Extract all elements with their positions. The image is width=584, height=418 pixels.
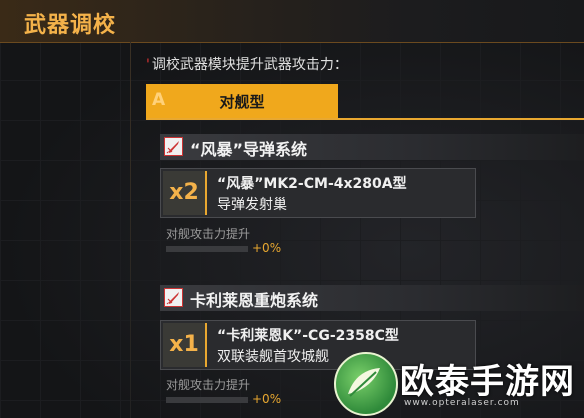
progress-bar bbox=[166, 397, 248, 403]
module-type: 双联装舰首攻城舰 bbox=[217, 349, 329, 365]
stat-value: +0% bbox=[252, 392, 282, 406]
description-dot: ' bbox=[146, 57, 150, 73]
section-header-cannon: 卡利莱恩重炮系统 bbox=[160, 285, 584, 311]
module-name: “卡利莱恩K”-CG-2358C型 bbox=[217, 328, 399, 344]
page-title: 武器调校 bbox=[24, 13, 117, 38]
section-name: 卡利莱恩重炮系统 bbox=[190, 291, 319, 310]
watermark-text: 欧泰手游网 bbox=[400, 362, 575, 402]
module-type: 导弹发射巢 bbox=[217, 197, 287, 213]
multiplier-badge: x2 bbox=[163, 171, 207, 215]
watermark: 欧泰手游网 www.opteralaser.com bbox=[330, 352, 584, 418]
stat-label: 对舰攻击力提升 bbox=[166, 378, 251, 392]
section-header-missile: “风暴”导弹系统 bbox=[160, 134, 584, 160]
stat-label: 对舰攻击力提升 bbox=[166, 227, 251, 241]
progress-bar bbox=[166, 246, 248, 252]
multiplier-badge: x1 bbox=[163, 323, 207, 367]
watermark-url: www.opteralaser.com bbox=[404, 398, 520, 408]
description-text: 调校武器模块提升武器攻击力： bbox=[151, 57, 348, 73]
description: ' 调校武器模块提升武器攻击力： bbox=[146, 54, 348, 74]
missile-icon bbox=[164, 137, 183, 156]
missile-icon bbox=[164, 288, 183, 307]
left-divider bbox=[130, 42, 131, 418]
module-name: “风暴”MK2-CM-4x280A型 bbox=[217, 176, 407, 192]
tab-anti-ship[interactable]: A 对舰型 bbox=[146, 84, 338, 118]
header-bar: 武器调校 bbox=[0, 0, 584, 43]
section-name: “风暴”导弹系统 bbox=[190, 140, 308, 159]
module-card-missile[interactable]: x2 “风暴”MK2-CM-4x280A型 导弹发射巢 bbox=[160, 168, 476, 218]
leaf-logo-icon bbox=[334, 352, 398, 416]
tab-row: A 对舰型 bbox=[146, 84, 584, 120]
tab-label: 对舰型 bbox=[219, 93, 265, 111]
stat-value: +0% bbox=[252, 241, 282, 255]
